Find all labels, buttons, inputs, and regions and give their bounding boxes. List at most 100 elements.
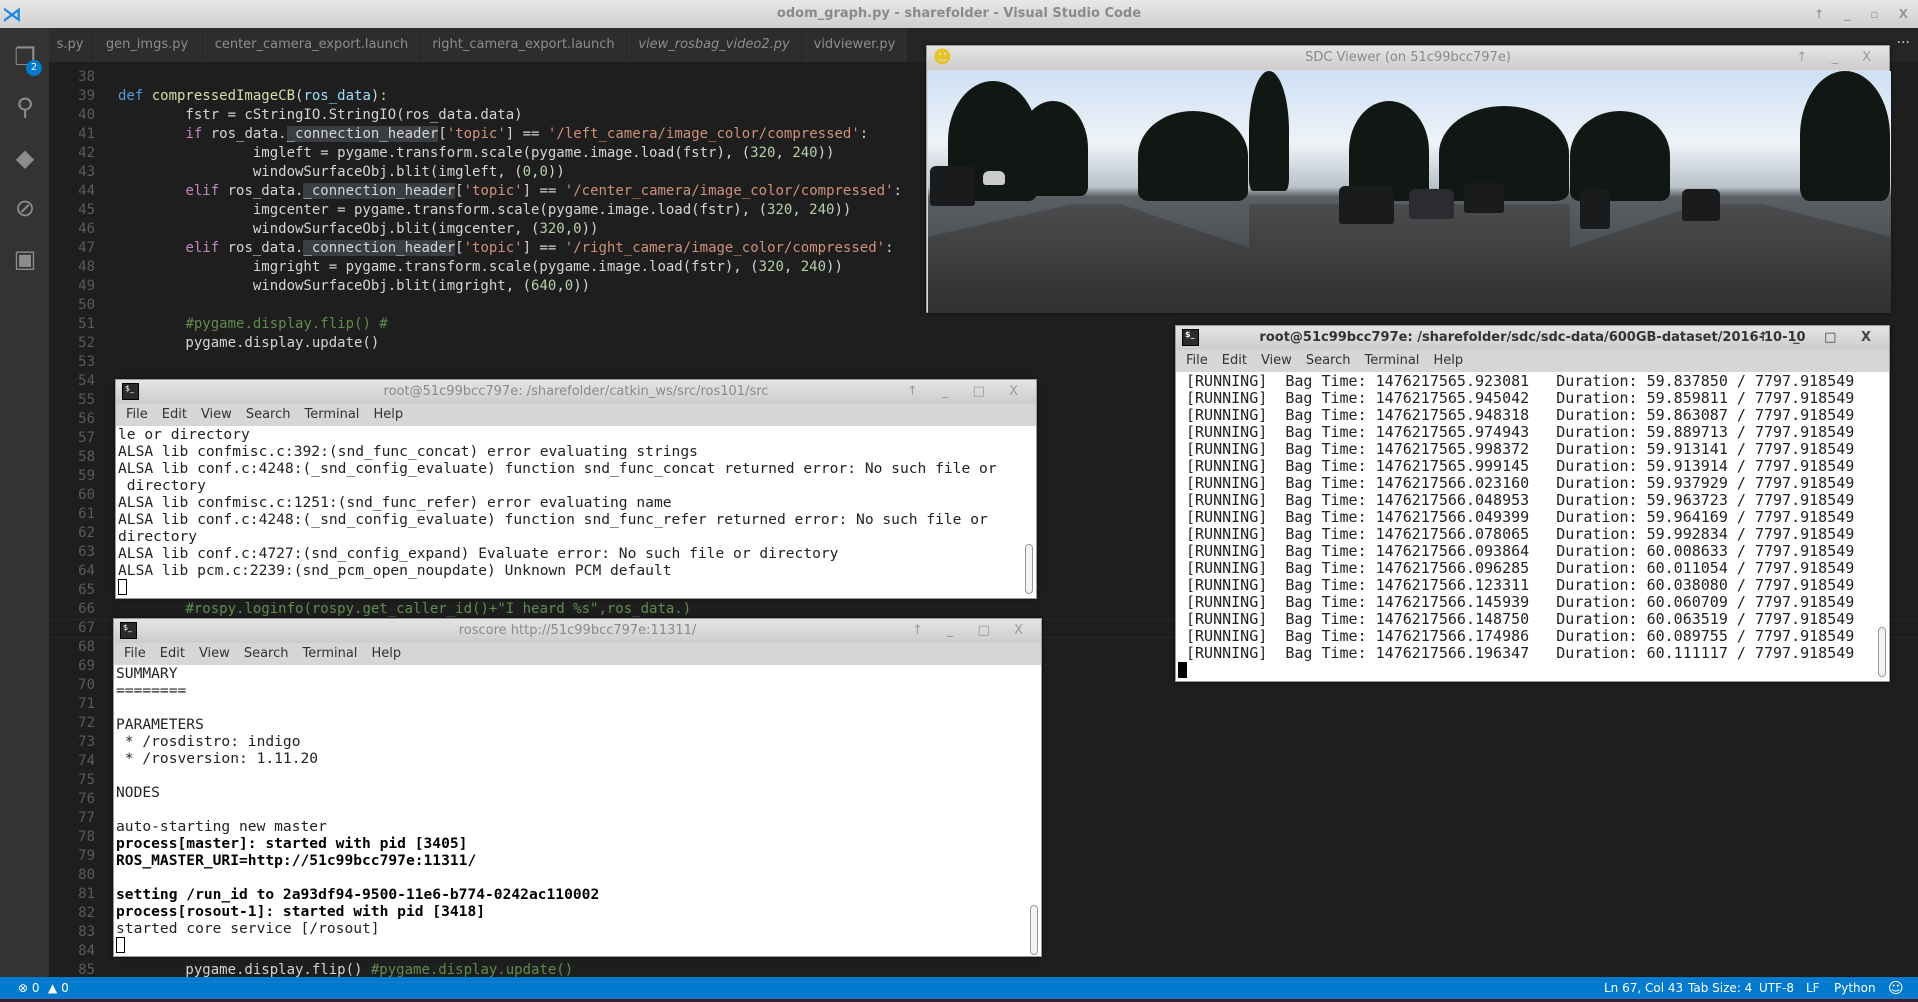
rosbag-status-row: [RUNNING] Bag Time: 1476217565.998372 Du… — [1176, 441, 1889, 458]
cursor-position[interactable]: Ln 67, Col 43 — [1604, 977, 1683, 999]
code-line[interactable]: #rospy.loginfo(rospy.get_caller_id()+"I … — [118, 600, 691, 619]
line-number: 71 — [78, 696, 95, 712]
terminal-prompt — [116, 579, 1036, 596]
menu-file[interactable]: File — [124, 646, 146, 661]
line-ending[interactable]: LF — [1806, 977, 1820, 999]
scrollbar[interactable] — [1878, 627, 1886, 677]
menu-edit[interactable]: Edit — [162, 407, 187, 422]
menu-help[interactable]: Help — [371, 646, 401, 661]
git-icon[interactable]: ◆ — [10, 143, 40, 173]
menu-terminal[interactable]: Terminal — [1364, 353, 1419, 368]
rosbag-status-row: [RUNNING] Bag Time: 1476217566.078065 Du… — [1176, 526, 1889, 543]
tab-view_rosbag_video2-py[interactable]: view_rosbag_video2.py — [627, 28, 802, 62]
terminal-output[interactable]: SUMMARY ======== PARAMETERS * /rosdistro: … — [114, 665, 1041, 956]
status: [RUNNING] — [1186, 491, 1268, 509]
terminal-output[interactable]: [RUNNING] Bag Time: 1476217565.923081 Du… — [1176, 372, 1889, 681]
terminal-rosbag-window[interactable]: $_ root@51c99bcc797e: /sharefolder/sdc/s… — [1175, 325, 1890, 682]
code-token: [ — [455, 240, 464, 256]
menu-edit[interactable]: Edit — [160, 646, 185, 661]
menu-terminal[interactable]: Terminal — [302, 646, 357, 661]
code-line[interactable]: elif ros_data._connection_header['topic'… — [118, 182, 902, 201]
tab-right_camera_export-launch[interactable]: right_camera_export.launch — [421, 28, 627, 62]
code-token: , — [775, 145, 793, 161]
sdc-viewer-titlebar[interactable]: ☻ SDC Viewer (on 51c99bcc797e) ↑ _ X — [927, 46, 1889, 70]
terminal-menubar: File Edit View Search Terminal Help — [114, 643, 1041, 665]
more-actions-icon[interactable]: ··· — [1897, 28, 1910, 58]
status: [RUNNING] — [1186, 474, 1268, 492]
label: Duration: — [1529, 440, 1647, 458]
window-controls[interactable]: ↑ _ □ X — [1758, 326, 1881, 350]
code-line[interactable]: #pygame.display.flip() # — [118, 315, 387, 334]
feedback-smiley-icon[interactable]: ☺ — [1888, 977, 1904, 999]
code-line[interactable]: pygame.display.flip() #pygame.display.up… — [118, 961, 573, 977]
tab-vidviewer-py[interactable]: vidviewer.py — [802, 28, 908, 62]
encoding[interactable]: UTF-8 — [1759, 977, 1794, 999]
code-line[interactable]: imgcenter = pygame.transform.scale(pygam… — [118, 201, 851, 220]
terminal-roscore-window[interactable]: $_ roscore http://51c99bcc797e:11311/ ↑ … — [113, 618, 1042, 957]
line-number: 72 — [78, 715, 95, 731]
terminal-line: ======== — [116, 682, 187, 699]
terminal-output[interactable]: le or directory ALSA lib confmisc.c:392:(… — [116, 426, 1036, 598]
code-line[interactable]: windowSurfaceObj.blit(imgleft, (0,0)) — [118, 163, 565, 182]
code-line[interactable]: if ros_data._connection_header['topic'] … — [118, 125, 868, 144]
scrollbar[interactable] — [1030, 905, 1038, 955]
tab-s-py[interactable]: s.py — [49, 28, 92, 62]
code-token: '/center_camera/image_color/compressed' — [564, 183, 894, 199]
menu-edit[interactable]: Edit — [1222, 353, 1247, 368]
tab-gen_imgs-py[interactable]: gen_imgs.py — [92, 28, 203, 62]
code-line[interactable]: fstr = cStringIO.StringIO(ros_data.data) — [118, 106, 522, 125]
code-token: _connection_header — [303, 183, 456, 199]
rosbag-status-row: [RUNNING] Bag Time: 1476217566.093864 Du… — [1176, 543, 1889, 560]
terminal-ros101-window[interactable]: $_ root@51c99bcc797e: /sharefolder/catki… — [115, 379, 1037, 599]
menu-file[interactable]: File — [126, 407, 148, 422]
terminal-titlebar[interactable]: $_ root@51c99bcc797e: /sharefolder/sdc/s… — [1176, 326, 1889, 350]
code-token: , — [564, 221, 574, 237]
code-line[interactable]: def compressedImageCB(ros_data): — [118, 87, 388, 106]
terminal-line: auto-starting new master — [116, 818, 327, 835]
tab-size[interactable]: Tab Size: 4 — [1688, 977, 1752, 999]
center-camera-image — [1249, 71, 1570, 313]
warnings-indicator[interactable]: ▲ 0 — [48, 977, 69, 999]
line-number: 48 — [78, 259, 95, 275]
code-line[interactable]: imgleft = pygame.transform.scale(pygame.… — [118, 144, 835, 163]
menu-view[interactable]: View — [1261, 353, 1292, 368]
sdc-viewer-controls[interactable]: ↑ _ X — [1796, 46, 1881, 70]
debug-icon[interactable]: ⊘ — [10, 193, 40, 223]
menu-terminal[interactable]: Terminal — [304, 407, 359, 422]
tab-center_camera_export-launch[interactable]: center_camera_export.launch — [203, 28, 421, 62]
scrollbar[interactable] — [1025, 544, 1033, 594]
code-line[interactable]: windowSurfaceObj.blit(imgright, (640,0)) — [118, 277, 590, 296]
menu-help[interactable]: Help — [373, 407, 403, 422]
total-duration: 7797.918549 — [1754, 576, 1855, 594]
sdc-viewer-window[interactable]: ☻ SDC Viewer (on 51c99bcc797e) ↑ _ X — [926, 45, 1891, 313]
menu-search[interactable]: Search — [244, 646, 289, 661]
line-number: 41 — [78, 126, 95, 142]
language-mode[interactable]: Python — [1834, 977, 1876, 999]
code-token: 'topic' — [446, 126, 506, 142]
menu-search[interactable]: Search — [246, 407, 291, 422]
search-icon[interactable]: ⚲ — [10, 92, 40, 122]
window-controls[interactable]: ↑ _ □ X — [907, 380, 1028, 404]
terminal-titlebar[interactable]: $_ root@51c99bcc797e: /sharefolder/catki… — [116, 380, 1036, 404]
menu-help[interactable]: Help — [1433, 353, 1463, 368]
duration: 59.859811 — [1646, 389, 1728, 407]
errors-indicator[interactable]: ⊗ 0 — [18, 977, 40, 999]
code-line[interactable]: imgright = pygame.transform.scale(pygame… — [118, 258, 843, 277]
menu-view[interactable]: View — [201, 407, 232, 422]
code-line[interactable]: pygame.display.update() — [118, 334, 379, 353]
window-controls[interactable]: ↑ _ □ X — [912, 619, 1033, 643]
code-token: ros_data. — [219, 240, 304, 256]
code-line[interactable]: windowSurfaceObj.blit(imgcenter, (320,0)… — [118, 220, 599, 239]
menu-view[interactable]: View — [199, 646, 230, 661]
window-controls[interactable]: ↑ _ ▫ X — [1814, 0, 1916, 28]
menu-search[interactable]: Search — [1306, 353, 1351, 368]
extensions-icon[interactable]: ▣ — [10, 244, 40, 274]
terminal-titlebar[interactable]: $_ roscore http://51c99bcc797e:11311/ ↑ … — [114, 619, 1041, 643]
code-line[interactable]: elif ros_data._connection_header['topic'… — [118, 239, 894, 258]
menu-file[interactable]: File — [1186, 353, 1208, 368]
code-token: 640 — [531, 278, 557, 294]
rosbag-status-row: [RUNNING] Bag Time: 1476217566.049399 Du… — [1176, 509, 1889, 526]
label: Bag Time: — [1267, 491, 1376, 509]
terminal-line: SUMMARY — [116, 665, 178, 682]
